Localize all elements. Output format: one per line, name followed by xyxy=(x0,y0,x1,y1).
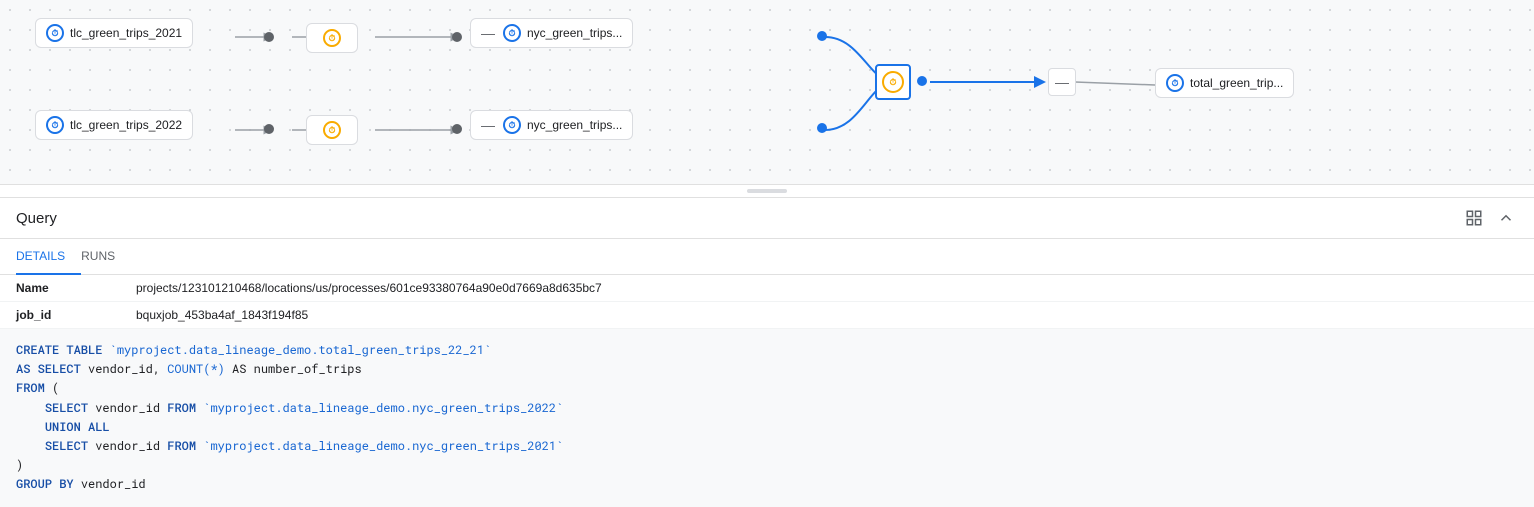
dag-dot-2 xyxy=(452,32,462,42)
node-label-nyc-2021: nyc_green_trips... xyxy=(527,26,622,40)
node-icon-blue-1: ⏱ xyxy=(46,24,64,42)
sql-line-2: AS SELECT vendor_id, COUNT(*) AS number_… xyxy=(16,360,1518,379)
sql-select-kw-2: SELECT xyxy=(45,438,88,454)
sql-union-kw: UNION ALL xyxy=(45,419,110,435)
sql-line-1: CREATE TABLE `myproject.data_lineage_dem… xyxy=(16,341,1518,360)
details-name-label: Name xyxy=(16,281,136,295)
dag-node-orange-1[interactable]: ⏱ xyxy=(306,23,358,53)
query-title: Query xyxy=(16,210,57,227)
sql-groupby-kw: GROUP BY xyxy=(16,476,74,492)
details-jobid-label: job_id xyxy=(16,308,136,322)
sql-vendor-id: vendor_id, xyxy=(88,361,167,377)
node-label-tlc-2021: tlc_green_trips_2021 xyxy=(70,26,182,40)
node-icon-blue-2: ⏱ xyxy=(503,24,521,42)
panel-divider[interactable] xyxy=(0,185,1534,197)
node-label-nyc-2022: nyc_green_trips... xyxy=(527,118,622,132)
details-row-jobid: job_id bquxjob_453ba4af_1843f194f85 xyxy=(0,302,1534,329)
node-icon-orange-1: ⏱ xyxy=(323,29,341,47)
collapse-panel-button[interactable] xyxy=(1494,206,1518,230)
sql-paren-open: ( xyxy=(52,380,59,396)
dag-node-nyc-2021[interactable]: — ⏱ nyc_green_trips... xyxy=(470,18,633,48)
sql-groupby-val: vendor_id xyxy=(81,476,146,492)
query-header: Query xyxy=(0,198,1534,239)
node-label-total: total_green_trip... xyxy=(1190,76,1283,90)
sql-table-2022: `myproject.data_lineage_demo.nyc_green_t… xyxy=(203,400,563,416)
sql-indent-2 xyxy=(16,419,38,435)
sql-select-kw-1: SELECT xyxy=(45,400,88,416)
dag-dot-3 xyxy=(264,124,274,134)
sql-vendor-from-1: vendor_id xyxy=(95,400,167,416)
node-icon-blue-4: ⏱ xyxy=(503,116,521,134)
sql-from-kw-1: FROM xyxy=(167,400,196,416)
sql-indent-1 xyxy=(16,400,38,416)
dag-node-nyc-2022[interactable]: — ⏱ nyc_green_trips... xyxy=(470,110,633,140)
node-icon-blue-5: ⏱ xyxy=(1166,74,1184,92)
details-table: Name projects/123101210468/locations/us/… xyxy=(0,275,1534,329)
node-label-tlc-2022: tlc_green_trips_2022 xyxy=(70,118,182,132)
node-icon-orange-2: ⏱ xyxy=(323,121,341,139)
sql-line-8: GROUP BY vendor_id xyxy=(16,475,1518,494)
resize-handle[interactable] xyxy=(747,189,787,193)
sql-count-fn: COUNT(*) xyxy=(167,361,225,377)
sql-line-7: ) xyxy=(16,456,1518,475)
sql-vendor-from-2: vendor_id xyxy=(95,438,167,454)
node-icon-union: ⏱ xyxy=(882,71,904,93)
dag-dot-1 xyxy=(264,32,274,42)
dag-dot-blue-3 xyxy=(917,76,927,86)
dag-node-union[interactable]: ⏱ xyxy=(875,64,911,100)
dag-node-tlc-2021[interactable]: ⏱ tlc_green_trips_2021 xyxy=(35,18,193,48)
tab-runs[interactable]: RUNS xyxy=(81,239,131,275)
dag-connections xyxy=(0,0,1534,184)
dag-dot-blue-2 xyxy=(817,123,827,133)
details-name-value: projects/123101210468/locations/us/proce… xyxy=(136,281,602,295)
dag-node-dash-final[interactable]: — xyxy=(1048,68,1076,96)
sql-line-4: SELECT vendor_id FROM `myproject.data_li… xyxy=(16,399,1518,418)
sql-paren-close: ) xyxy=(16,457,23,473)
dag-canvas: ⏱ tlc_green_trips_2021 ⏱ — ⏱ nyc_green_t… xyxy=(0,0,1534,185)
dash-icon-2: — xyxy=(481,117,495,133)
sql-line-6: SELECT vendor_id FROM `myproject.data_li… xyxy=(16,437,1518,456)
sql-table-2021: `myproject.data_lineage_demo.nyc_green_t… xyxy=(203,438,563,454)
sql-area: CREATE TABLE `myproject.data_lineage_dem… xyxy=(0,329,1534,507)
dag-dot-4 xyxy=(452,124,462,134)
sql-from-kw: FROM xyxy=(16,380,45,396)
query-header-icons xyxy=(1462,206,1518,230)
dash-icon-1: — xyxy=(481,25,495,41)
details-jobid-value: bquxjob_453ba4af_1843f194f85 xyxy=(136,308,308,322)
dag-node-orange-2[interactable]: ⏱ xyxy=(306,115,358,145)
sql-from-kw-2: FROM xyxy=(167,438,196,454)
sql-create-kw: CREATE TABLE xyxy=(16,342,102,358)
query-tabs: DETAILS RUNS xyxy=(0,239,1534,275)
sql-indent-3 xyxy=(16,438,38,454)
dag-node-tlc-2022[interactable]: ⏱ tlc_green_trips_2022 xyxy=(35,110,193,140)
sql-as-trips: AS number_of_trips xyxy=(232,361,362,377)
sql-line-5: UNION ALL xyxy=(16,418,1518,437)
query-panel: Query DETAILS RUNS Name projects/1231012… xyxy=(0,197,1534,507)
sql-as-select-kw: AS SELECT xyxy=(16,361,81,377)
tab-details[interactable]: DETAILS xyxy=(16,239,81,275)
details-row-name: Name projects/123101210468/locations/us/… xyxy=(0,275,1534,302)
expand-window-button[interactable] xyxy=(1462,206,1486,230)
dash-icon-3: — xyxy=(1055,74,1069,90)
dag-node-total[interactable]: ⏱ total_green_trip... xyxy=(1155,68,1294,98)
sql-create-table: `myproject.data_lineage_demo.total_green… xyxy=(110,342,492,358)
sql-line-3: FROM ( xyxy=(16,379,1518,398)
node-icon-blue-3: ⏱ xyxy=(46,116,64,134)
dag-dot-blue-1 xyxy=(817,31,827,41)
